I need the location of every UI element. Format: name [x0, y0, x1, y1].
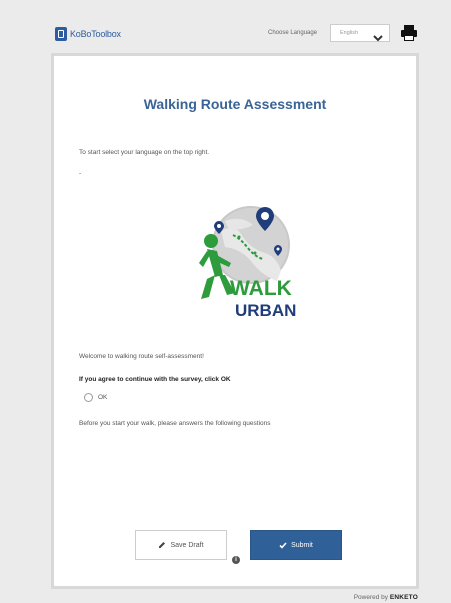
printer-icon[interactable]: [400, 24, 418, 47]
ok-radio[interactable]: [84, 393, 93, 402]
save-draft-label: Save Draft: [170, 541, 204, 549]
powered-by-text: Powered by: [353, 594, 389, 601]
save-draft-button[interactable]: Save Draft: [135, 530, 227, 560]
kobotoolbox-logo[interactable]: KoBoToolbox: [55, 27, 121, 41]
top-bar: KoBoToolbox Choose Language English: [0, 0, 451, 60]
info-icon[interactable]: i: [232, 556, 240, 564]
intro-text: To start select your language on the top…: [79, 149, 210, 156]
submit-label: Submit: [291, 541, 313, 549]
walk-urban-logo: WALK URBAN: [199, 206, 296, 320]
language-select-value: English: [340, 30, 359, 36]
form-title: Walking Route Assessment: [143, 96, 327, 112]
form-card: Walking Route Assessment To start select…: [51, 53, 419, 589]
submit-button[interactable]: Submit: [250, 530, 342, 560]
dash-text: -: [79, 170, 82, 177]
question-label: If you agree to continue with the survey…: [79, 376, 231, 383]
logo-urban-text: URBAN: [235, 301, 296, 320]
before-text: Before you start your walk, please answe…: [79, 420, 271, 427]
brand-name: KoBoToolbox: [70, 29, 121, 39]
option-ok[interactable]: OK: [84, 393, 107, 402]
kobo-logo-icon: [55, 27, 67, 41]
powered-by-footer: Powered by ENKETO: [354, 594, 418, 601]
pencil-icon: [158, 541, 166, 549]
chevron-down-icon: [373, 29, 383, 47]
enketo-logo[interactable]: ENKETO: [390, 594, 418, 601]
checkmark-icon: [279, 541, 287, 549]
language-select[interactable]: English: [330, 24, 390, 42]
welcome-text: Welcome to walking route self-assessment…: [79, 353, 204, 360]
choose-language-label: Choose Language: [268, 30, 318, 36]
logo-walk-text: WALK: [230, 277, 292, 300]
ok-radio-label: OK: [98, 394, 108, 401]
